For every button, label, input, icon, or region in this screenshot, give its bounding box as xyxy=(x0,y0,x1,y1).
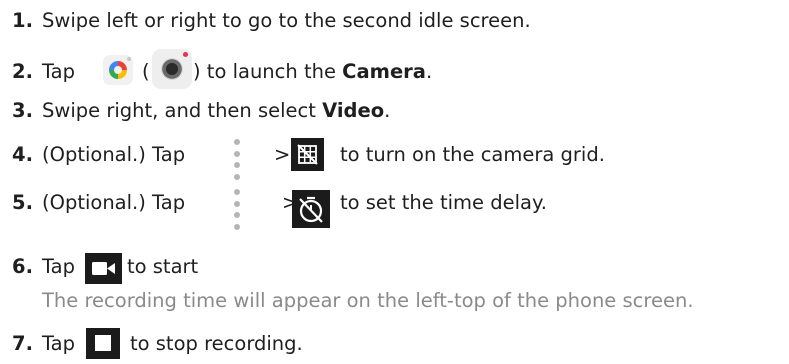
step-text: (Optional.) Tap xyxy=(42,143,186,166)
step-5: 5. (Optional.) Tap > to set the time dela… xyxy=(12,191,547,215)
step-number: 5. xyxy=(12,191,33,214)
step-6: 6. Tap to start xyxy=(12,255,198,279)
step-text: ( xyxy=(142,60,150,83)
step-number: 3. xyxy=(12,99,33,122)
step-text: . xyxy=(384,99,391,122)
video-record-icon xyxy=(85,253,122,284)
step-separator: > xyxy=(274,143,291,166)
step-4: 4. (Optional.) Tap > to turn on the camer… xyxy=(12,143,605,167)
step-text: to turn on the camera grid. xyxy=(340,143,605,166)
step-text: to start xyxy=(127,255,199,278)
timer-off-icon xyxy=(292,190,330,228)
step-text: to stop recording. xyxy=(130,332,303,355)
step-1: 1. Swipe left or right to go to the secon… xyxy=(12,9,531,33)
camera-app-icon xyxy=(103,55,133,85)
step-7: 7. Tap to stop recording. xyxy=(12,332,303,356)
step-text: Tap xyxy=(42,255,76,278)
step-text: to set the time delay. xyxy=(340,191,547,214)
step-text: ) to launch the xyxy=(193,60,336,83)
video-label: Video xyxy=(322,99,385,122)
camera-lens-icon xyxy=(152,49,192,89)
step-text: Swipe left or right to go to the second … xyxy=(42,9,531,32)
step-2: 2. Tap ( ) to launch the Camera. xyxy=(12,60,432,84)
grid-off-icon xyxy=(291,138,324,171)
step-number: 7. xyxy=(12,332,33,355)
step-text: Swipe right, and then select xyxy=(42,99,316,122)
camera-label: Camera xyxy=(342,60,426,83)
step-6-note: The recording time will appear on the le… xyxy=(42,289,694,312)
step-text: Tap xyxy=(42,332,76,355)
stop-icon xyxy=(86,328,120,359)
step-number: 4. xyxy=(12,143,33,166)
step-text: Tap xyxy=(42,60,76,83)
step-3: 3. Swipe right, and then select Video. xyxy=(12,99,390,123)
step-number: 1. xyxy=(12,9,33,32)
step-number: 6. xyxy=(12,255,33,278)
step-text: (Optional.) Tap xyxy=(42,191,186,214)
step-text: . xyxy=(425,60,433,83)
step-number: 2. xyxy=(12,60,33,83)
